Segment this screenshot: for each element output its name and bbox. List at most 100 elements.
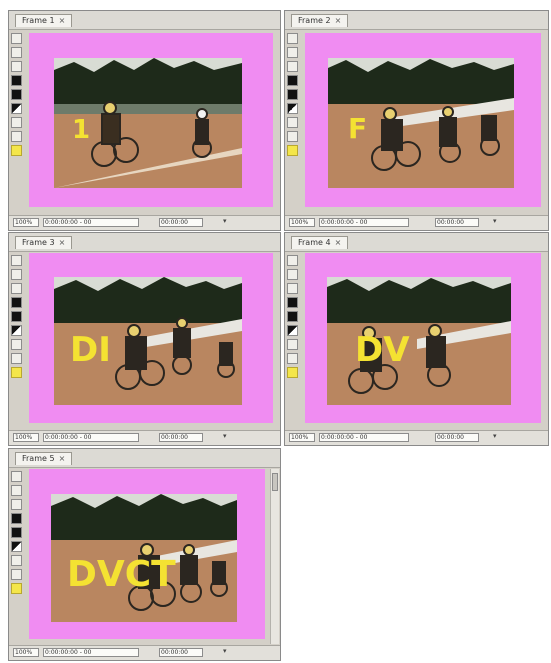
fill-tool-icon[interactable] [287, 297, 298, 308]
status-bar: 100% 0:00:00:00 - 00 00:00:00 ▾ [285, 215, 548, 230]
marquee-tool-icon[interactable] [11, 269, 22, 280]
timecode-field[interactable]: 0:00:00:00 - 00 [319, 433, 409, 442]
document-window-1: Frame 1 × 1 100% 0:00:00:00 - 00 00:00:0… [8, 10, 281, 231]
canvas-area[interactable]: DV [305, 253, 541, 423]
swap-colors-icon[interactable] [287, 325, 298, 336]
pen-tool-icon[interactable] [11, 353, 22, 364]
eraser-tool-icon[interactable] [11, 339, 22, 350]
eraser-tool-icon[interactable] [287, 117, 298, 128]
foreground-color-swatch[interactable] [11, 145, 22, 156]
swap-colors-icon[interactable] [11, 103, 22, 114]
shape-tool-icon[interactable] [287, 89, 298, 100]
brush-tool-icon[interactable] [11, 61, 22, 72]
fill-tool-icon[interactable] [287, 75, 298, 86]
chevron-down-icon[interactable]: ▾ [223, 217, 227, 225]
frame-field[interactable]: 00:00:00 [159, 218, 203, 227]
tab-title: Frame 4 [298, 238, 331, 247]
scrollbar-thumb[interactable] [272, 473, 278, 491]
pen-tool-icon[interactable] [287, 131, 298, 142]
pen-tool-icon[interactable] [11, 569, 22, 580]
frame-field[interactable]: 00:00:00 [435, 433, 479, 442]
timecode-field[interactable]: 0:00:00:00 - 00 [43, 648, 139, 657]
vertical-scrollbar[interactable] [270, 469, 279, 644]
canvas-area[interactable]: 1 [29, 33, 273, 207]
foreground-color-swatch[interactable] [287, 145, 298, 156]
shape-tool-icon[interactable] [11, 527, 22, 538]
video-frame: 1 [54, 58, 242, 188]
document-window-4: Frame 4 × DV 100% 0:00:00:00 - 00 00:00:0 [284, 232, 549, 446]
close-icon[interactable]: × [335, 16, 342, 25]
brush-tool-icon[interactable] [11, 499, 22, 510]
close-icon[interactable]: × [335, 238, 342, 247]
shape-tool-icon[interactable] [11, 89, 22, 100]
chevron-down-icon[interactable]: ▾ [223, 432, 227, 440]
selection-tool-icon[interactable] [287, 33, 298, 44]
chevron-down-icon[interactable]: ▾ [223, 647, 227, 655]
chevron-down-icon[interactable]: ▾ [493, 432, 497, 440]
eraser-tool-icon[interactable] [287, 339, 298, 350]
document-tab[interactable]: Frame 3 × [15, 236, 73, 249]
foreground-color-swatch[interactable] [11, 367, 22, 378]
document-tab[interactable]: Frame 1 × [15, 14, 73, 27]
swap-colors-icon[interactable] [11, 325, 22, 336]
window-titlebar[interactable]: Frame 5 × [9, 449, 280, 468]
selection-tool-icon[interactable] [11, 471, 22, 482]
video-frame: DVCT [51, 494, 237, 622]
close-icon[interactable]: × [59, 238, 66, 247]
frame-field[interactable]: 00:00:00 [435, 218, 479, 227]
timecode-field[interactable]: 0:00:00:00 - 00 [43, 433, 139, 442]
timecode-field[interactable]: 0:00:00:00 - 00 [319, 218, 409, 227]
eraser-tool-icon[interactable] [11, 555, 22, 566]
brush-tool-icon[interactable] [287, 61, 298, 72]
foreground-color-swatch[interactable] [11, 583, 22, 594]
swap-colors-icon[interactable] [287, 103, 298, 114]
tools-panel [11, 33, 24, 206]
eraser-tool-icon[interactable] [11, 117, 22, 128]
marquee-tool-icon[interactable] [11, 47, 22, 58]
pen-tool-icon[interactable] [287, 353, 298, 364]
document-tab[interactable]: Frame 2 × [291, 14, 349, 27]
marquee-tool-icon[interactable] [11, 485, 22, 496]
window-titlebar[interactable]: Frame 2 × [285, 11, 548, 30]
selection-tool-icon[interactable] [11, 33, 22, 44]
selection-tool-icon[interactable] [11, 255, 22, 266]
video-frame: F [328, 58, 514, 188]
marquee-tool-icon[interactable] [287, 269, 298, 280]
window-titlebar[interactable]: Frame 1 × [9, 11, 280, 30]
zoom-field[interactable]: 100% [13, 648, 39, 657]
pen-tool-icon[interactable] [11, 131, 22, 142]
window-titlebar[interactable]: Frame 3 × [9, 233, 280, 252]
brush-tool-icon[interactable] [11, 283, 22, 294]
canvas-area[interactable]: F [305, 33, 541, 207]
close-icon[interactable]: × [59, 454, 66, 463]
zoom-field[interactable]: 100% [13, 218, 39, 227]
frame-field[interactable]: 00:00:00 [159, 433, 203, 442]
tab-title: Frame 3 [22, 238, 55, 247]
chevron-down-icon[interactable]: ▾ [493, 217, 497, 225]
fill-tool-icon[interactable] [11, 297, 22, 308]
status-bar: 100% 0:00:00:00 - 00 00:00:00 ▾ [9, 215, 280, 230]
brush-tool-icon[interactable] [287, 283, 298, 294]
canvas-area[interactable]: DVCT [29, 469, 265, 639]
tab-title: Frame 5 [22, 454, 55, 463]
shape-tool-icon[interactable] [287, 311, 298, 322]
fill-tool-icon[interactable] [11, 75, 22, 86]
status-bar: 100% 0:00:00:00 - 00 00:00:00 ▾ [9, 645, 280, 660]
zoom-field[interactable]: 100% [289, 218, 315, 227]
zoom-field[interactable]: 100% [289, 433, 315, 442]
swap-colors-icon[interactable] [11, 541, 22, 552]
close-icon[interactable]: × [59, 16, 66, 25]
canvas-area[interactable]: DI [29, 253, 273, 423]
status-bar: 100% 0:00:00:00 - 00 00:00:00 ▾ [9, 430, 280, 445]
frame-field[interactable]: 00:00:00 [159, 648, 203, 657]
document-tab[interactable]: Frame 5 × [15, 452, 73, 465]
marquee-tool-icon[interactable] [287, 47, 298, 58]
shape-tool-icon[interactable] [11, 311, 22, 322]
window-titlebar[interactable]: Frame 4 × [285, 233, 548, 252]
zoom-field[interactable]: 100% [13, 433, 39, 442]
fill-tool-icon[interactable] [11, 513, 22, 524]
foreground-color-swatch[interactable] [287, 367, 298, 378]
document-tab[interactable]: Frame 4 × [291, 236, 349, 249]
timecode-field[interactable]: 0:00:00:00 - 00 [43, 218, 139, 227]
selection-tool-icon[interactable] [287, 255, 298, 266]
